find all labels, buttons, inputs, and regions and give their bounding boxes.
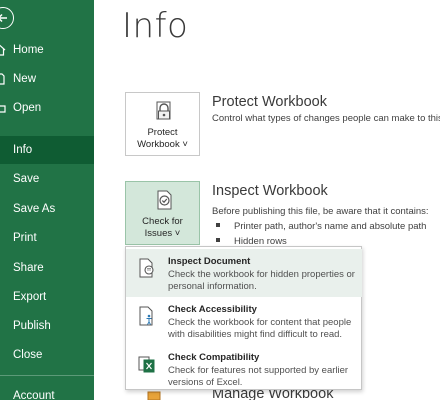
sidebar-item-label: Home [13, 44, 44, 56]
bullet-text: Printer path, author's name and absolute… [234, 221, 427, 232]
check-for-issues-menu: Inspect Document Check the workbook for … [125, 246, 362, 390]
home-icon [0, 44, 6, 56]
tile-label-line2: Workbook ˅ [137, 139, 188, 150]
sidebar-item-label: Open [13, 102, 42, 114]
folder-open-icon [0, 105, 6, 113]
page-title: Info [122, 6, 189, 46]
menu-item-desc: Check the workbook for content that peop… [168, 317, 352, 340]
menu-item-check-compatibility[interactable]: Check Compatibility Check for features n… [126, 345, 362, 393]
inspect-document-icon [139, 258, 154, 278]
sidebar-item-close[interactable]: Close [0, 342, 94, 368]
sidebar-item-save[interactable]: Save [0, 166, 94, 192]
sidebar-item-label: Export [13, 291, 47, 303]
protect-workbook-title: Protect Workbook [212, 94, 327, 110]
sidebar-divider [0, 375, 94, 376]
sidebar-item-publish[interactable]: Publish [0, 313, 94, 339]
check-document-icon [157, 190, 172, 210]
tile-label-line1: Check for [142, 216, 183, 227]
sidebar-item-open[interactable]: Open [0, 95, 94, 121]
sidebar-item-save-as[interactable]: Save As [0, 196, 94, 222]
sidebar-item-print[interactable]: Print [0, 225, 94, 251]
menu-item-desc: Check the workbook for hidden properties… [168, 269, 355, 292]
sidebar-item-label: Save As [13, 203, 56, 215]
sidebar-item-label: Share [13, 262, 44, 274]
sidebar-item-export[interactable]: Export [0, 284, 94, 310]
back-button[interactable] [0, 7, 14, 29]
menu-item-check-accessibility[interactable]: Check Accessibility Check the workbook f… [126, 297, 362, 345]
sidebar-item-account[interactable]: Account [0, 383, 94, 400]
menu-item-inspect-document[interactable]: Inspect Document Check the workbook for … [126, 249, 362, 297]
inspect-workbook-title: Inspect Workbook [212, 183, 328, 199]
sidebar-item-label: Publish [13, 320, 51, 332]
sidebar-item-label: Info [13, 144, 33, 156]
protect-workbook-button[interactable]: Protect Workbook ˅ [125, 92, 200, 156]
sidebar-item-label: New [13, 73, 37, 85]
menu-item-title: Inspect Document [168, 256, 251, 267]
sidebar-item-home[interactable]: Home [0, 37, 94, 63]
backstage-sidebar: Home New Open Info Save Save As Print Sh… [0, 0, 94, 400]
back-arrow-icon [0, 13, 7, 23]
lock-icon [156, 101, 171, 120]
protect-workbook-desc: Control what types of changes people can… [212, 113, 440, 124]
sidebar-item-label: Account [13, 390, 55, 400]
menu-item-title: Check Compatibility [168, 352, 260, 363]
tile-label-line1: Protect [147, 127, 178, 138]
sidebar-item-label: Close [13, 349, 43, 361]
compatibility-icon [138, 356, 155, 373]
inspect-workbook-desc: Before publishing this file, be aware th… [212, 206, 429, 217]
bullet-marker [216, 223, 220, 228]
new-document-icon [0, 73, 5, 85]
bullet-marker [216, 238, 220, 243]
menu-item-title: Check Accessibility [168, 304, 257, 315]
sidebar-item-info[interactable]: Info [0, 136, 94, 164]
sidebar-item-label: Print [13, 232, 37, 244]
sidebar-item-share[interactable]: Share [0, 255, 94, 281]
sidebar-item-label: Save [13, 173, 40, 185]
menu-item-desc: Check for features not supported by earl… [168, 365, 349, 388]
tile-label-line2: Issues ˅ [144, 228, 181, 239]
inspect-bullet: Printer path, author's name and absolute… [216, 221, 426, 232]
accessibility-icon [139, 306, 153, 326]
check-for-issues-button[interactable]: Check for Issues ˅ [125, 181, 200, 245]
sidebar-item-new[interactable]: New [0, 66, 94, 92]
